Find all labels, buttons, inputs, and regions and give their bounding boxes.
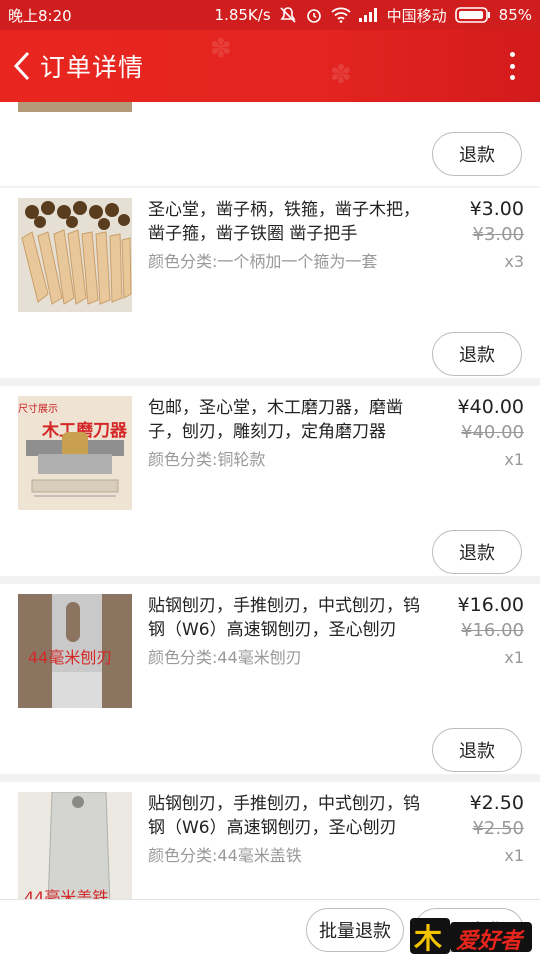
- product-image: [18, 198, 132, 312]
- product-price: ¥40.00: [457, 396, 524, 418]
- watermark-logo: 木 爱好者: [408, 914, 534, 956]
- list-item[interactable]: 44毫米刨刃 贴钢刨刃，手推刨刃，中式刨刃，钨钢（W6）高速钢刨刃，圣心刨刃 颜…: [0, 584, 540, 774]
- network-speed: 1.85K/s: [214, 6, 271, 24]
- original-price: ¥16.00: [461, 620, 524, 641]
- product-image-sharpener: [26, 432, 124, 497]
- product-spec: 颜色分类:铜轮款: [148, 450, 266, 469]
- refund-button[interactable]: 退款: [432, 530, 522, 574]
- product-name: 圣心堂，凿子柄，铁箍，凿子木把，凿子箍，凿子铁圈 凿子把手: [148, 200, 420, 244]
- order-item-list[interactable]: 退款 圣心堂，凿子柄，铁箍，凿子木把，凿子箍，凿子铁圈 凿子把手 颜色分类:一个…: [0, 102, 540, 899]
- original-price: ¥3.00: [472, 224, 524, 245]
- decorative-pattern: ✽: [210, 34, 232, 64]
- product-image: 44毫米刨刃: [18, 594, 132, 708]
- original-price: ¥2.50: [472, 818, 524, 839]
- back-button[interactable]: [4, 30, 40, 102]
- product-image-handles: [18, 198, 132, 312]
- product-name: 包邮，圣心堂，木工磨刀器，磨凿子，刨刃，雕刻刀，定角磨刀器: [148, 398, 403, 442]
- product-spec: 颜色分类:一个柄加一个箍为一套: [148, 252, 378, 271]
- app-header: 订单详情 ✽ ✽: [0, 30, 540, 102]
- list-item: 退款: [0, 102, 540, 186]
- status-bar: 晚上8:20 1.85K/s 中国移动 85%: [0, 0, 540, 30]
- refund-button[interactable]: 退款: [432, 132, 522, 176]
- chevron-left-icon: [13, 51, 30, 81]
- product-image-cap-iron: [47, 792, 111, 899]
- product-name: 贴钢刨刃，手推刨刃，中式刨刃，钨钢（W6）高速钢刨刃，圣心刨刃: [148, 596, 420, 640]
- product-quantity: x1: [504, 450, 524, 469]
- product-quantity: x1: [504, 648, 524, 667]
- more-dot-icon: [509, 52, 515, 57]
- mute-icon: [280, 7, 296, 23]
- decorative-pattern: ✽: [330, 60, 352, 90]
- carrier-name: 中国移动: [386, 6, 447, 25]
- battery-icon: [454, 7, 490, 23]
- product-quantity: x1: [504, 846, 524, 865]
- battery-level: 85%: [498, 6, 532, 24]
- status-time: 晚上8:20: [8, 6, 72, 25]
- more-dot-icon: [509, 63, 515, 69]
- product-image-text: 44毫米刨刃: [28, 648, 113, 667]
- refund-button[interactable]: 退款: [432, 332, 522, 376]
- page-title: 订单详情: [40, 53, 145, 82]
- product-spec: 颜色分类:44毫米盖铁: [148, 846, 302, 865]
- bulk-refund-button[interactable]: 批量退款: [306, 908, 404, 952]
- wifi-icon: [331, 7, 351, 23]
- product-image-text: 44毫米盖铁: [24, 888, 109, 899]
- watermark-text: 爱好者: [456, 929, 523, 954]
- list-item[interactable]: 44毫米盖铁 贴钢刨刃，手推刨刃，中式刨刃，钨钢（W6）高速钢刨刃，圣心刨刃 颜…: [0, 782, 540, 899]
- product-price: ¥2.50: [469, 792, 524, 814]
- more-menu-button[interactable]: [502, 48, 522, 84]
- product-quantity: x3: [504, 252, 524, 271]
- refund-button[interactable]: 退款: [432, 728, 522, 772]
- product-name: 贴钢刨刃，手推刨刃，中式刨刃，钨钢（W6）高速钢刨刃，圣心刨刃: [148, 794, 420, 838]
- more-dot-icon: [509, 75, 515, 80]
- alarm-icon: [306, 9, 321, 23]
- list-item[interactable]: 尺寸展示 木工磨刀器 包邮，圣心堂，木工磨刀器，磨凿子，刨刃，雕刻刀，定角磨刀器…: [0, 386, 540, 576]
- product-price: ¥3.00: [469, 198, 524, 220]
- svg-text:木: 木: [413, 922, 442, 955]
- list-item[interactable]: 圣心堂，凿子柄，铁箍，凿子木把，凿子箍，凿子铁圈 凿子把手 颜色分类:一个柄加一…: [0, 188, 540, 378]
- product-image: 44毫米盖铁: [18, 792, 132, 899]
- product-price: ¥16.00: [457, 594, 524, 616]
- product-image: 尺寸展示 木工磨刀器: [18, 396, 132, 510]
- product-spec: 颜色分类:44毫米刨刃: [148, 648, 302, 667]
- signal-icon: [358, 8, 377, 22]
- original-price: ¥40.00: [461, 422, 524, 443]
- product-image: [18, 102, 132, 112]
